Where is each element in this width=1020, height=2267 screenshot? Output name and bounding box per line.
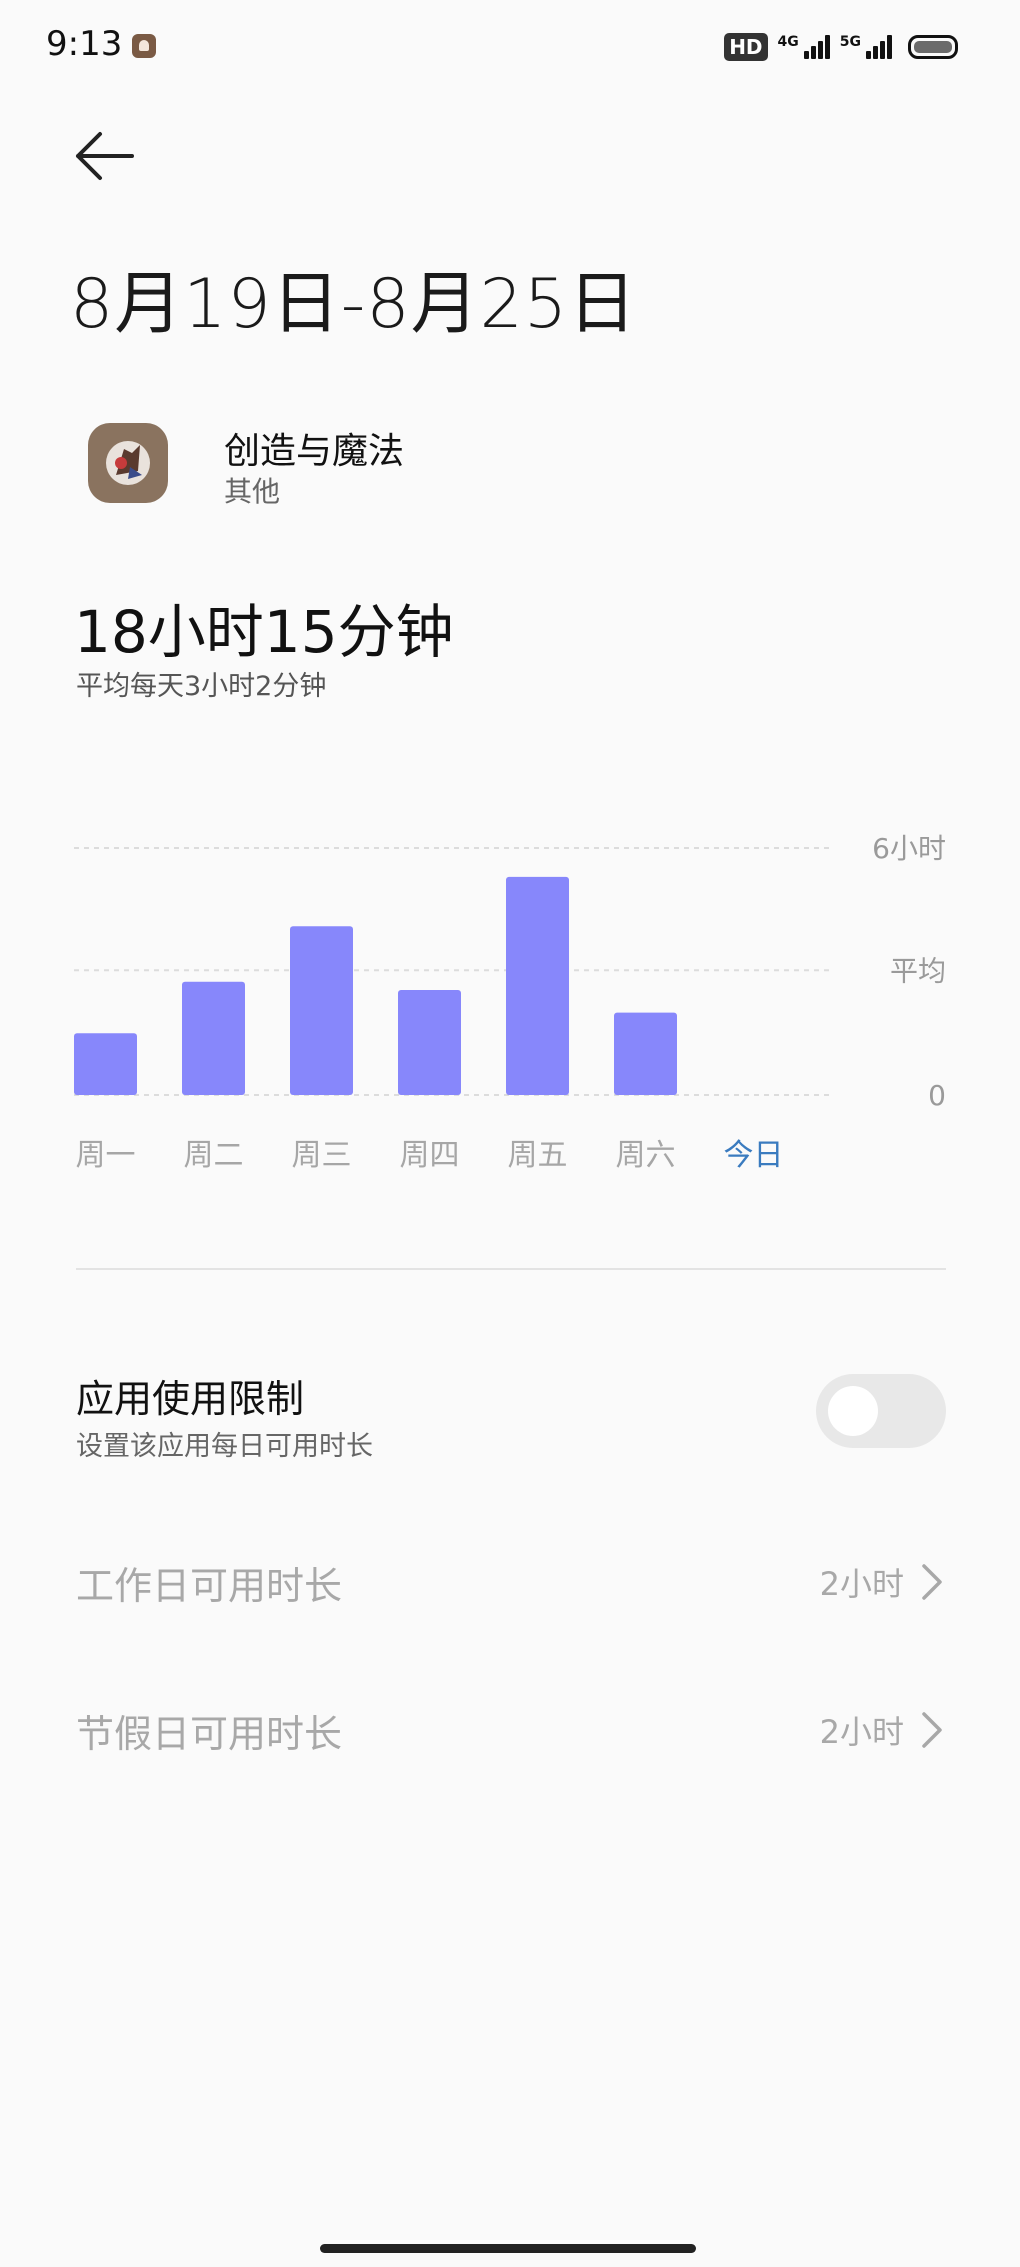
notification-icon — [132, 34, 156, 58]
average-usage-time: 平均每天3小时2分钟 — [76, 671, 327, 702]
x-tick-label: 周六 — [616, 1138, 676, 1173]
hd-badge: HD — [724, 33, 768, 61]
x-tick-label: 周四 — [400, 1138, 460, 1173]
x-tick-label: 周三 — [292, 1138, 352, 1173]
app-limit-description: 设置该应用每日可用时长 — [76, 1431, 373, 1462]
x-tick-label: 周五 — [508, 1138, 568, 1173]
battery-icon — [908, 35, 958, 59]
holiday-duration-label: 节假日可用时长 — [76, 1711, 343, 1756]
signal-4g-icon: 4G — [778, 35, 830, 59]
status-time: 9:13 — [46, 24, 123, 64]
chevron-right-icon — [922, 1712, 942, 1748]
toggle-knob — [828, 1386, 878, 1436]
divider — [76, 1268, 946, 1270]
network-label-4g: 4G — [777, 34, 799, 50]
back-button[interactable] — [70, 126, 140, 186]
page-title: 8月19日-8月25日 — [70, 265, 638, 344]
x-tick-label: 周二 — [184, 1138, 244, 1173]
home-indicator — [320, 2244, 696, 2253]
weekday-duration-row[interactable]: 工作日可用时长 2小时 — [76, 1542, 946, 1622]
app-limit-toggle[interactable] — [816, 1374, 946, 1448]
chevron-right-icon — [922, 1564, 942, 1600]
total-usage-time: 18小时15分钟 — [74, 598, 454, 666]
x-tick-label: 周一 — [76, 1138, 136, 1173]
app-name: 创造与魔法 — [224, 431, 405, 472]
weekday-duration-value: 2小时 — [819, 1565, 904, 1603]
holiday-duration-value: 2小时 — [819, 1713, 904, 1751]
weekday-duration-label: 工作日可用时长 — [76, 1563, 343, 1608]
chart-bar — [614, 1012, 677, 1095]
signal-5g-icon: 5G — [840, 35, 892, 59]
y-tick-label: 平均 — [890, 954, 946, 987]
y-tick-label: 0 — [928, 1079, 946, 1112]
chart-bar — [506, 876, 569, 1095]
y-tick-label: 6小时 — [872, 832, 946, 865]
game-app-icon — [88, 423, 168, 503]
app-limit-title: 应用使用限制 — [76, 1377, 305, 1421]
x-tick-label: 今日 — [724, 1138, 784, 1173]
chart-bar — [290, 926, 353, 1095]
network-label-5g: 5G — [839, 34, 861, 50]
chart-bar — [74, 1033, 137, 1095]
weekly-usage-chart: 6小时平均 0 周一 周二 周三 周四 周五 周六 今日 — [74, 832, 946, 1173]
app-category: 其他 — [224, 475, 281, 508]
chart-bar — [398, 990, 461, 1095]
status-indicators: HD 4G 5G — [724, 30, 958, 64]
chart-bar — [182, 981, 245, 1095]
back-arrow-icon — [76, 132, 134, 180]
holiday-duration-row[interactable]: 节假日可用时长 2小时 — [76, 1690, 946, 1770]
